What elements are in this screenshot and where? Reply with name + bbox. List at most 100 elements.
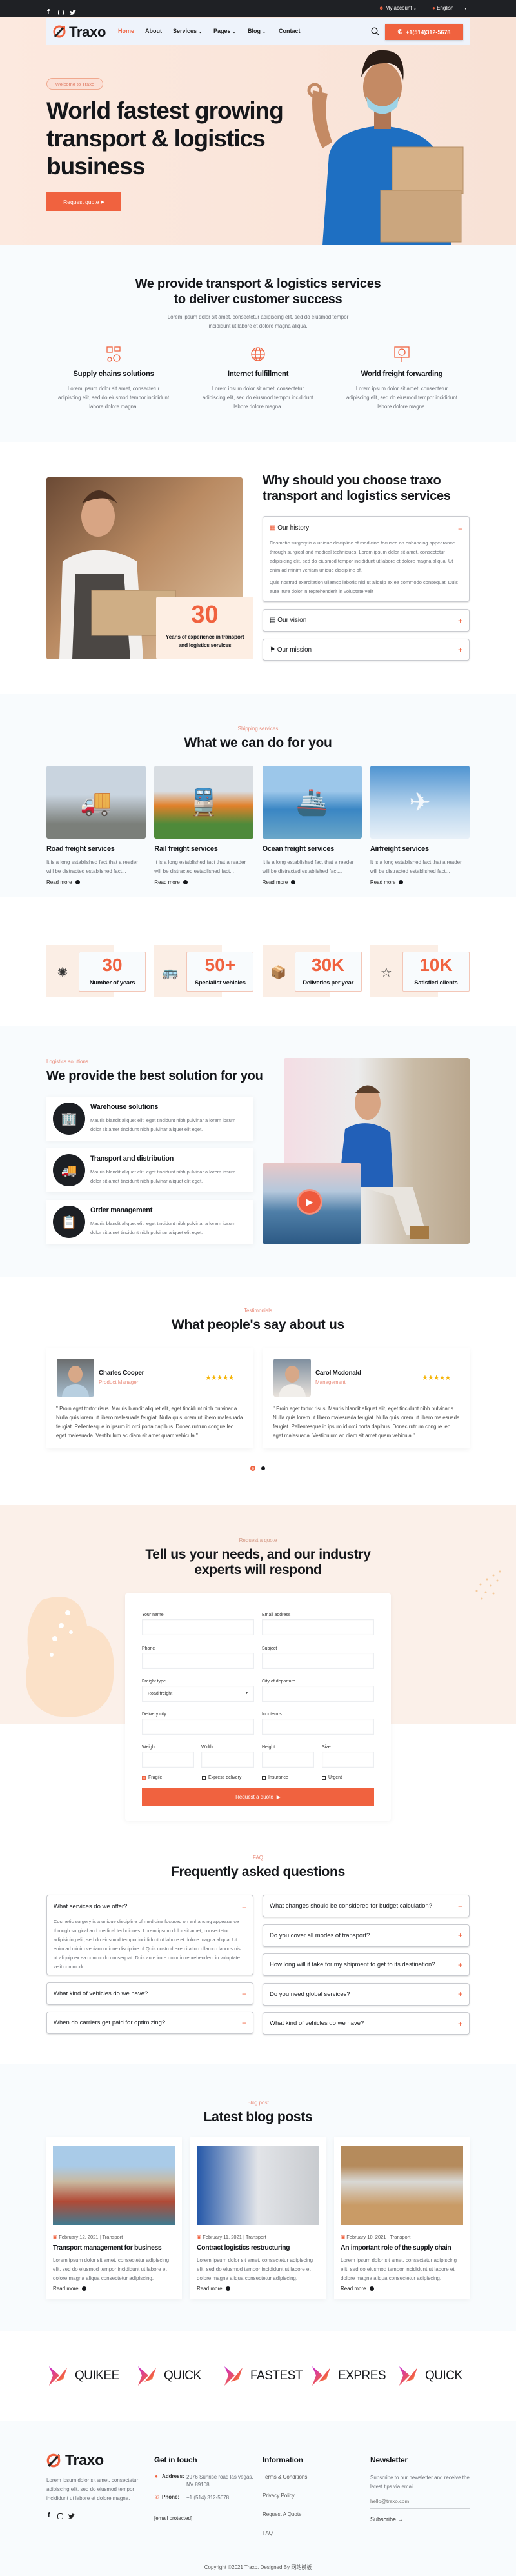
- nav-item-contact[interactable]: Contact: [279, 28, 301, 34]
- departure-input[interactable]: [262, 1686, 374, 1702]
- faq-item[interactable]: What changes should be considered for bu…: [263, 1895, 470, 1917]
- faq-item[interactable]: Do you need global services? +: [263, 1982, 470, 2006]
- phone-button[interactable]: ✆ +1(514)312-5678: [385, 24, 463, 40]
- blog-image[interactable]: [341, 2146, 463, 2225]
- read-more-link[interactable]: Read more: [263, 879, 296, 885]
- blog-meta: ▣ February 10, 2021 | Transport: [341, 2234, 411, 2240]
- service-image[interactable]: 🚢: [262, 766, 362, 839]
- subscribe-button[interactable]: Subscribe →: [370, 2516, 404, 2522]
- brand-logo[interactable]: QUICK: [135, 2365, 201, 2387]
- faq-item[interactable]: When do carriers get paid for optimizing…: [46, 2012, 253, 2034]
- blog-post-title[interactable]: An important role of the supply chain: [341, 2244, 452, 2252]
- request-quote-button[interactable]: Request quote ▶: [46, 192, 121, 211]
- logo-text[interactable]: Traxo: [69, 24, 106, 41]
- blog-meta: ▣ February 12, 2021 | Transport: [53, 2234, 123, 2240]
- play-button[interactable]: ▶: [297, 1189, 322, 1215]
- phone-value[interactable]: +1 (514) 312-5678: [186, 2494, 229, 2501]
- faq-item[interactable]: What kind of vehicles do we have? +: [46, 1982, 253, 2005]
- footer-link[interactable]: Privacy Policy: [263, 2492, 295, 2499]
- incoterms-input[interactable]: [262, 1719, 374, 1735]
- plus-icon[interactable]: +: [458, 645, 462, 654]
- freight-type-select[interactable]: Road freight ▼: [142, 1686, 254, 1702]
- brand-logo[interactable]: QUIKEE: [46, 2365, 119, 2387]
- footer-facebook-icon[interactable]: f: [48, 2511, 50, 2519]
- size-input[interactable]: [322, 1752, 374, 1768]
- nav-item-home[interactable]: Home: [118, 28, 134, 34]
- brand-logo[interactable]: FASTEST: [222, 2365, 303, 2387]
- blog-image[interactable]: [53, 2146, 175, 2225]
- read-more-link[interactable]: Read more: [154, 879, 188, 885]
- minus-icon[interactable]: −: [242, 1903, 246, 1912]
- name-input[interactable]: [142, 1619, 254, 1635]
- accordion-our-mission[interactable]: ⚑ Our mission +: [263, 639, 470, 661]
- email-value[interactable]: [email protected]: [154, 2515, 192, 2522]
- newsletter-email-input[interactable]: [370, 2495, 470, 2509]
- footer-twitter-icon[interactable]: [68, 2513, 75, 2519]
- nav-item-services[interactable]: Services ⌄: [173, 28, 202, 34]
- faq-item[interactable]: How long will it take for my shipment to…: [263, 1953, 470, 1976]
- plus-icon[interactable]: +: [458, 1990, 462, 1999]
- language-select[interactable]: ● English ▼: [432, 5, 467, 11]
- blog-image[interactable]: [197, 2146, 319, 2225]
- plus-icon[interactable]: +: [458, 2019, 462, 2028]
- brand-logo[interactable]: EXPRES: [310, 2365, 386, 2387]
- delivery-input[interactable]: [142, 1719, 254, 1735]
- footer-link[interactable]: FAQ: [263, 2530, 273, 2537]
- phone-input[interactable]: [142, 1653, 254, 1669]
- service-image[interactable]: ✈: [370, 766, 470, 839]
- accordion-our-vision[interactable]: ▤ Our vision +: [263, 609, 470, 632]
- fragile-checkbox[interactable]: [142, 1776, 146, 1780]
- subject-input[interactable]: [262, 1653, 374, 1669]
- blog-post-title[interactable]: Contract logistics restructuring: [197, 2244, 290, 2252]
- plus-icon[interactable]: +: [242, 2019, 246, 2028]
- blog-post-title[interactable]: Transport management for business: [53, 2244, 162, 2252]
- blog-category[interactable]: Transport: [390, 2234, 410, 2240]
- carousel-dot-active[interactable]: [250, 1466, 255, 1471]
- read-more-link[interactable]: Read more: [370, 879, 404, 885]
- email-input[interactable]: [262, 1619, 374, 1635]
- plus-icon[interactable]: +: [458, 616, 462, 625]
- express-delivery-checkbox[interactable]: [202, 1776, 206, 1780]
- weight-input[interactable]: [142, 1752, 194, 1768]
- plus-icon[interactable]: +: [458, 1961, 462, 1970]
- plus-icon[interactable]: +: [242, 1990, 246, 1999]
- footer-link[interactable]: Request A Quote: [263, 2511, 302, 2518]
- read-more-link[interactable]: Read more: [46, 879, 80, 885]
- video-thumbnail[interactable]: ▶: [263, 1163, 361, 1244]
- insurance-checkbox[interactable]: [262, 1776, 266, 1780]
- footer-logo-text[interactable]: Traxo: [65, 2451, 104, 2469]
- express-delivery-label: Express delivery: [208, 1775, 242, 1780]
- logo-icon[interactable]: [52, 25, 66, 39]
- read-more-link[interactable]: Read more: [341, 2286, 374, 2291]
- height-input[interactable]: [262, 1752, 314, 1768]
- minus-icon[interactable]: −: [458, 524, 462, 534]
- carousel-dot[interactable]: [261, 1466, 265, 1470]
- read-more-link[interactable]: Read more: [197, 2286, 230, 2291]
- submit-quote-button[interactable]: Request a quote ▶: [142, 1788, 374, 1806]
- twitter-icon[interactable]: [70, 10, 76, 15]
- service-image[interactable]: 🚆: [154, 766, 254, 839]
- blog-category[interactable]: Transport: [102, 2234, 123, 2240]
- brand-logo[interactable]: QUICK: [397, 2365, 462, 2387]
- plus-icon[interactable]: +: [458, 1931, 462, 1940]
- account-menu[interactable]: ☻ My account ⌄: [379, 5, 417, 11]
- read-more-link[interactable]: Read more: [53, 2286, 86, 2291]
- service-image[interactable]: 🚚: [46, 766, 146, 839]
- search-icon[interactable]: [371, 27, 379, 35]
- nav-item-pages[interactable]: Pages ⌄: [213, 28, 236, 34]
- footer-link[interactable]: Terms & Conditions: [263, 2473, 307, 2481]
- footer-instagram-icon[interactable]: [57, 2513, 63, 2519]
- faq-item-expanded[interactable]: What services do we offer? − Cosmetic sur…: [46, 1895, 253, 1975]
- nav-item-about[interactable]: About: [145, 28, 162, 34]
- faq-item[interactable]: Do you cover all modes of transport? +: [263, 1924, 470, 1947]
- footer-logo-icon[interactable]: [46, 2453, 61, 2468]
- minus-icon[interactable]: −: [458, 1902, 462, 1911]
- faq-item[interactable]: What kind of vehicles do we have? +: [263, 2012, 470, 2035]
- width-input[interactable]: [201, 1752, 254, 1768]
- nav-item-blog[interactable]: Blog ⌄: [248, 28, 266, 34]
- urgent-checkbox[interactable]: [322, 1776, 326, 1780]
- instagram-icon[interactable]: [58, 10, 64, 15]
- accordion-our-history[interactable]: ▦ Our history − Cosmetic surgery is a uni…: [263, 516, 470, 602]
- facebook-icon[interactable]: f: [47, 8, 50, 16]
- blog-category[interactable]: Transport: [246, 2234, 266, 2240]
